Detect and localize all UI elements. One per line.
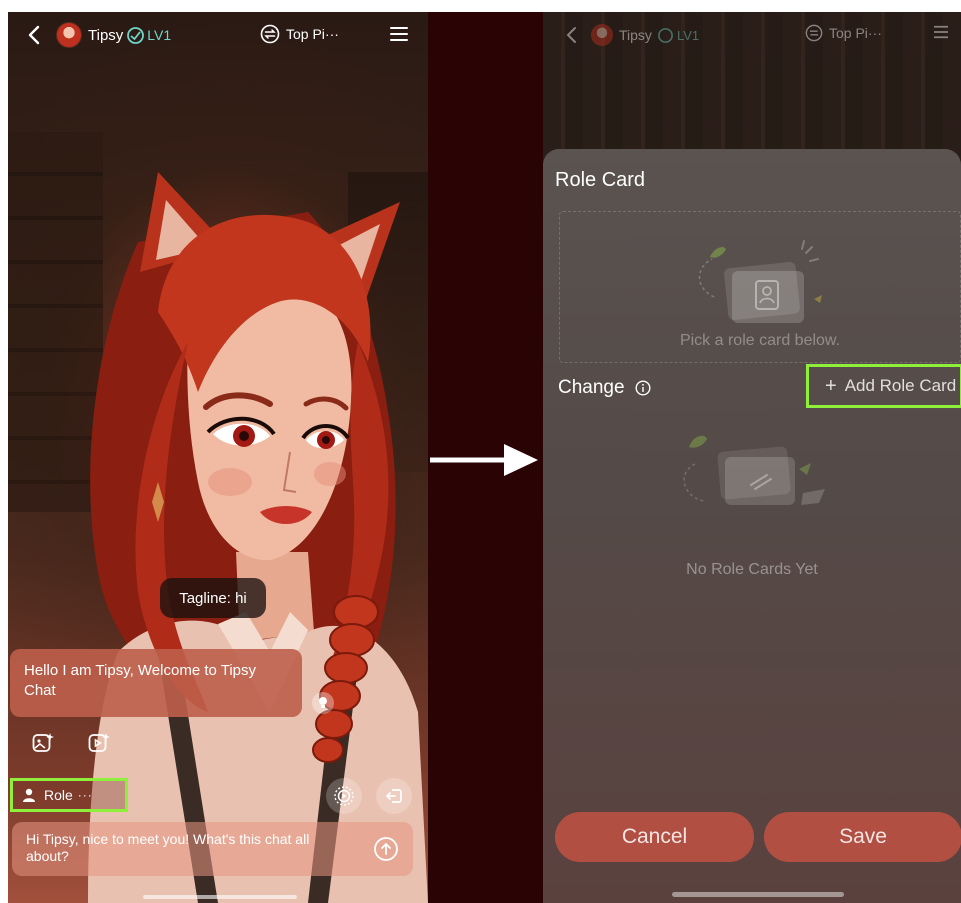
add-role-card-button[interactable]: + Add Role Card	[806, 364, 961, 408]
mode-label: Top Pi···	[286, 26, 339, 42]
send-button[interactable]	[373, 836, 399, 862]
mode-label: Top Pi···	[829, 25, 882, 41]
change-row: Change	[558, 377, 651, 399]
plus-icon: +	[825, 374, 837, 397]
empty-state-text: No Role Cards Yet	[686, 561, 818, 578]
empty-cards-icon	[683, 435, 825, 505]
mode-switch-button: Top Pi···	[805, 24, 882, 42]
voice-play-button[interactable]	[326, 778, 362, 814]
change-label: Change	[558, 377, 625, 398]
level-icon	[658, 27, 673, 43]
role-label: Role	[44, 787, 73, 803]
home-indicator[interactable]	[143, 895, 297, 899]
hint-button[interactable]	[312, 692, 334, 714]
image-sparkle-icon	[32, 733, 54, 752]
tagline-bubble: Tagline: hi	[160, 578, 266, 618]
role-card-screen: Tipsy LV1 Top Pi··· Role Card Pick a rol…	[543, 12, 961, 903]
character-name[interactable]: Tipsy	[88, 27, 123, 44]
level-badge[interactable]: LV1	[127, 26, 172, 44]
save-button[interactable]: Save	[764, 812, 961, 862]
chat-input-text: Hi Tipsy, nice to meet you! What's this …	[26, 831, 310, 864]
lightbulb-icon	[319, 697, 327, 708]
role-card-sheet: Role Card Pick a role card below. Change…	[543, 149, 961, 903]
character-avatar[interactable]	[56, 22, 82, 48]
level-text: LV1	[676, 27, 700, 43]
level-text: LV1	[147, 27, 172, 43]
swap-icon	[805, 24, 823, 42]
chat-header-dimmed: Tipsy LV1 Top Pi···	[543, 12, 961, 58]
role-card-placeholder-icon	[698, 240, 822, 323]
hamburger-icon	[934, 25, 948, 39]
chat-input[interactable]: Hi Tipsy, nice to meet you! What's this …	[12, 822, 413, 876]
home-indicator[interactable]	[672, 892, 844, 897]
info-icon[interactable]	[635, 380, 651, 396]
character-avatar	[591, 24, 613, 46]
character-name: Tipsy	[619, 27, 652, 43]
back-button[interactable]	[22, 23, 46, 47]
menu-button	[933, 25, 949, 39]
person-icon	[23, 788, 35, 802]
chevron-left-icon	[28, 25, 40, 45]
chevron-left-icon	[566, 27, 576, 43]
character-greeting-message: Hello I am Tipsy, Welcome to Tipsy Chat	[10, 649, 302, 717]
play-circle-icon	[334, 786, 354, 806]
hamburger-icon	[390, 27, 408, 41]
exit-icon	[385, 789, 402, 803]
role-more-dots: ···	[77, 788, 93, 802]
tagline-value: hi	[235, 589, 247, 607]
arrow-right-icon	[430, 444, 538, 476]
role-card-slot[interactable]: Pick a role card below.	[559, 211, 961, 363]
sheet-title: Role Card	[555, 169, 646, 191]
drop-hint-text: Pick a role card below.	[679, 332, 841, 349]
mode-switch-button[interactable]: Top Pi···	[260, 24, 339, 44]
swap-icon	[260, 24, 280, 44]
exit-chat-button[interactable]	[376, 778, 412, 814]
generate-image-button[interactable]	[28, 728, 58, 758]
add-role-card-label: Add Role Card	[844, 376, 957, 395]
cancel-button[interactable]: Cancel	[555, 812, 754, 862]
tagline-prefix: Tagline:	[179, 589, 231, 607]
level-icon	[127, 26, 145, 44]
generate-video-button[interactable]	[84, 728, 114, 758]
menu-button[interactable]	[390, 26, 408, 42]
chat-screen: Tipsy LV1 Top Pi··· Tagline: hi Hello I …	[8, 12, 428, 903]
chat-header: Tipsy LV1 Top Pi···	[8, 12, 428, 58]
arrow-up-circle-icon	[374, 837, 398, 861]
video-sparkle-icon	[88, 733, 110, 752]
role-button[interactable]: Role ···	[10, 778, 128, 812]
character-illustration	[88, 172, 428, 903]
